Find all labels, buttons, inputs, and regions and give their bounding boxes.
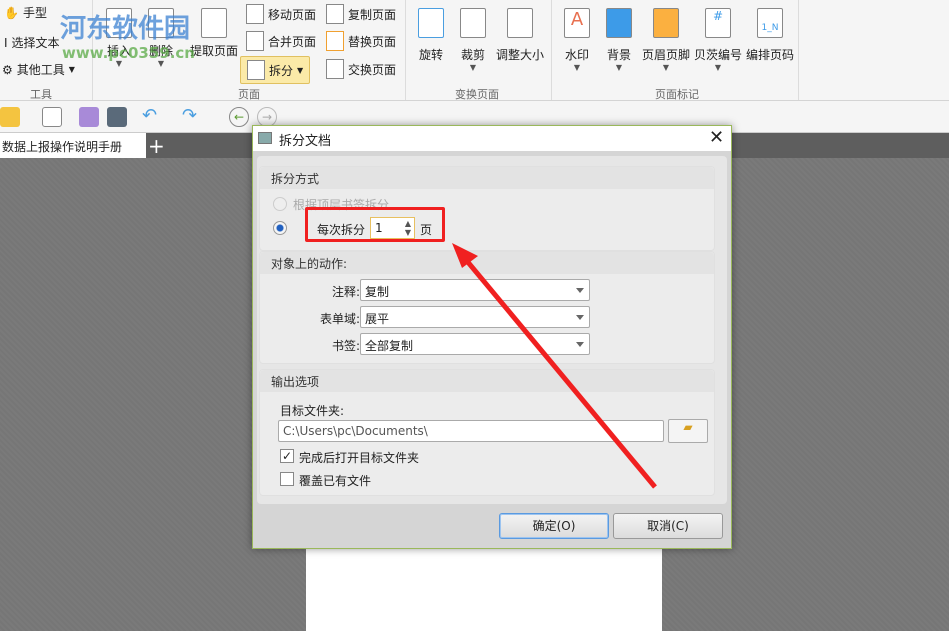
annotation-arrow xyxy=(0,0,949,631)
